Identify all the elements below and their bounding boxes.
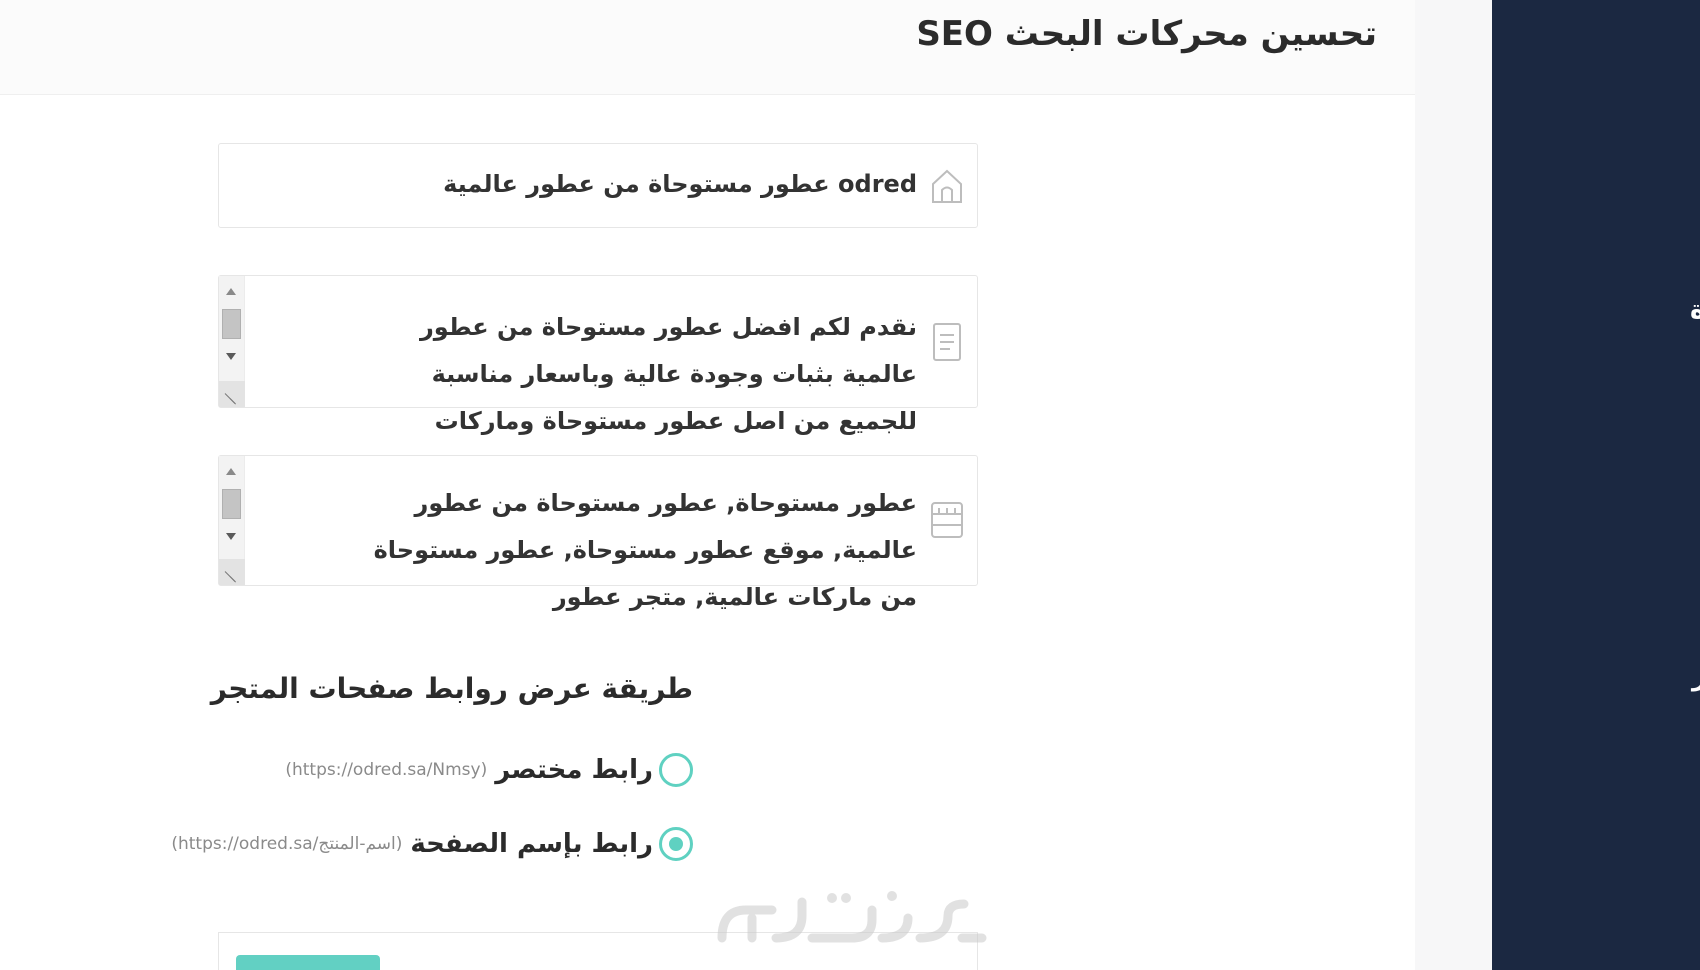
radio-page-name-link[interactable] xyxy=(659,827,693,861)
sidebar xyxy=(1492,0,1700,970)
seo-description-field[interactable]: نقدم لكم افضل عطور مستوحاة من عطور عالمي… xyxy=(218,275,978,435)
resize-grip-icon[interactable] xyxy=(219,559,245,585)
save-button[interactable] xyxy=(236,955,380,970)
scroll-thumb[interactable] xyxy=(222,489,241,519)
seo-description-value: نقدم لكم افضل عطور مستوحاة من عطور عالمي… xyxy=(419,313,917,435)
seo-keywords-value: عطور مستوحاة, عطور مستوحاة من عطور عالمي… xyxy=(373,489,917,611)
scroll-up-arrow-icon[interactable] xyxy=(226,288,236,295)
radio-hint: (https://odred.sa/Nmsy) xyxy=(285,760,488,780)
seo-title-field[interactable]: odred عطور مستوحاة من عطور عالمية xyxy=(218,143,978,228)
link-style-heading: طريقة عرض روابط صفحات المتجر xyxy=(210,672,693,705)
sidebar-item-label-fragment[interactable]: ة xyxy=(1690,295,1700,325)
sidebar-item-label-fragment[interactable]: ر xyxy=(1692,662,1700,692)
panel-header: تحسين محركات البحث SEO xyxy=(0,0,1415,95)
scroll-thumb[interactable] xyxy=(222,309,241,339)
resize-grip-icon[interactable] xyxy=(219,381,245,407)
home-icon xyxy=(929,166,965,206)
watermark-logo xyxy=(717,891,987,943)
link-option-page-name[interactable]: رابط بإسم الصفحة (https://odred.sa/اسم-ا… xyxy=(171,822,693,866)
scroll-down-arrow-icon[interactable] xyxy=(226,533,236,540)
page-title: تحسين محركات البحث SEO xyxy=(916,14,1377,54)
keywords-scrollbar[interactable] xyxy=(219,456,245,585)
screen: تحسين محركات البحث SEO odred عطور مستوحا… xyxy=(0,0,1700,970)
settings-panel: تحسين محركات البحث SEO odred عطور مستوحا… xyxy=(0,0,1415,970)
scroll-down-arrow-icon[interactable] xyxy=(226,353,236,360)
seo-title-value: odred عطور مستوحاة من عطور عالمية xyxy=(443,170,917,198)
tag-list-icon xyxy=(929,500,965,540)
radio-hint: (https://odred.sa/اسم-المنتج) xyxy=(171,834,403,854)
scroll-up-arrow-icon[interactable] xyxy=(226,468,236,475)
seo-keywords-field[interactable]: عطور مستوحاة, عطور مستوحاة من عطور عالمي… xyxy=(218,455,978,611)
radio-short-link[interactable] xyxy=(659,753,693,787)
link-option-short[interactable]: رابط مختصر (https://odred.sa/Nmsy) xyxy=(285,748,693,792)
radio-label: رابط مختصر xyxy=(495,755,653,785)
radio-label: رابط بإسم الصفحة xyxy=(410,829,653,859)
description-scrollbar[interactable] xyxy=(219,276,245,407)
document-icon xyxy=(929,322,965,362)
